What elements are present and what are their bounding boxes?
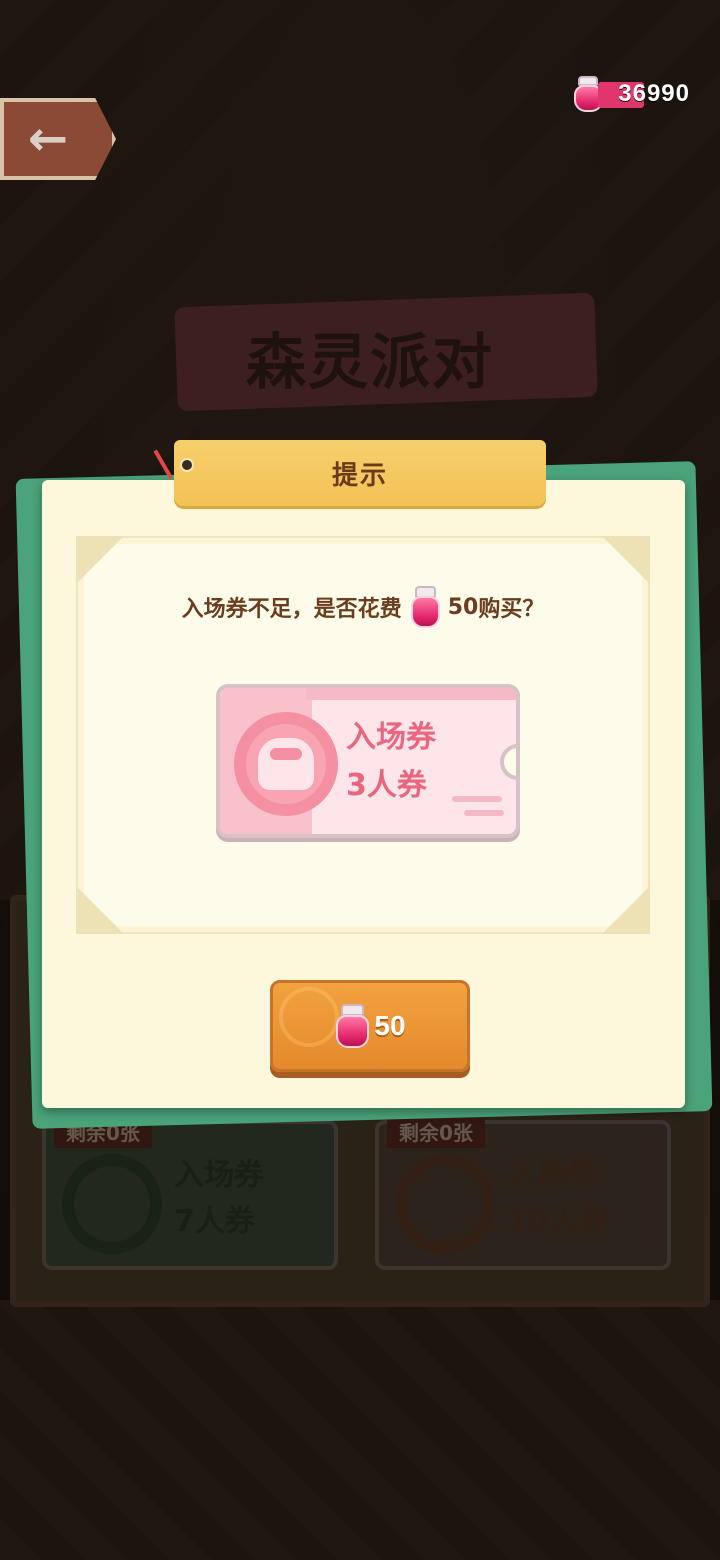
buy-button[interactable]: 50 bbox=[270, 980, 470, 1072]
jam-jar-icon bbox=[334, 1004, 370, 1048]
message-text: 入场券不足，是否花费 bbox=[181, 597, 402, 622]
back-button[interactable]: ← bbox=[0, 98, 116, 180]
pin-icon bbox=[180, 458, 194, 472]
jam-jar-icon bbox=[410, 586, 442, 628]
ticket-3-person: 入场券 3人券 bbox=[216, 684, 520, 838]
dialog-title-tab: 提示 bbox=[153, 440, 546, 506]
ticket-emblem-icon bbox=[234, 712, 338, 816]
arrow-left-icon: ← bbox=[27, 111, 69, 167]
dialog-message: 入场券不足，是否花费 50 购买？ bbox=[76, 584, 650, 630]
ticket-name: 入场券 bbox=[346, 720, 436, 755]
currency-value: 36990 bbox=[618, 80, 690, 107]
buy-price: 50 bbox=[374, 1010, 406, 1041]
currency-display: 36990 bbox=[572, 74, 690, 114]
ticket-type: 3人券 bbox=[346, 768, 427, 803]
message-suffix: 购买？ bbox=[478, 597, 545, 622]
dialog-title: 提示 bbox=[331, 460, 388, 491]
message-amount: 50 bbox=[447, 594, 479, 620]
